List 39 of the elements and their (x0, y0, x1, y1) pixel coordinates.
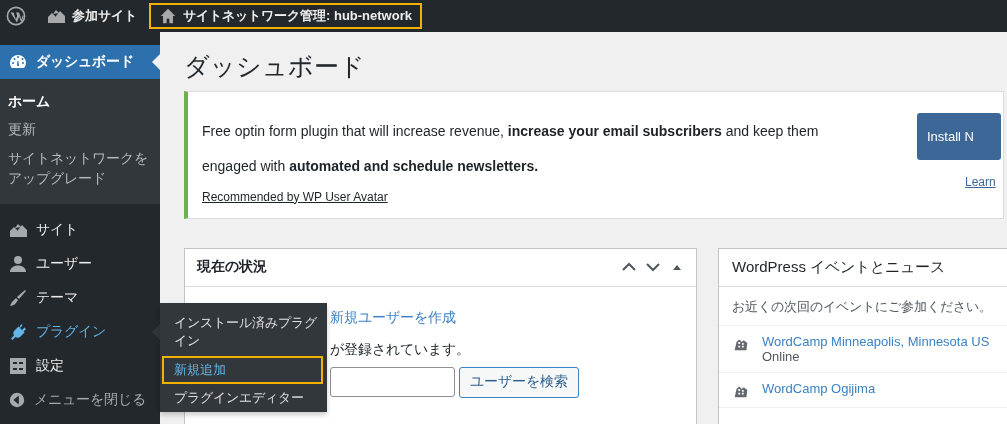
flyout-menu-item[interactable]: プラグインエディター (162, 383, 323, 412)
sidebar-menu-item[interactable]: ユーザー (0, 247, 160, 282)
event-location: Online (762, 348, 800, 364)
wordpress-logo-icon (6, 6, 26, 26)
sidebar-menu-item[interactable]: 設定 (0, 349, 160, 384)
recommended-link[interactable]: Recommended by WP User Avatar (202, 189, 388, 204)
move-down-button[interactable] (646, 260, 660, 274)
network-admin-menu[interactable]: サイトネットワーク管理: hub-network (149, 3, 422, 29)
collapse-icon (8, 391, 26, 410)
create-user-link[interactable]: 新規ユーザーを作成 (330, 308, 684, 327)
user-search-field[interactable] (330, 366, 455, 397)
my-sites-menu[interactable]: 参加サイト (36, 3, 147, 29)
house-icon (159, 7, 177, 25)
collapse-menu-button[interactable]: メニューを閉じる (0, 385, 160, 416)
submenu-item[interactable]: 更新 (0, 115, 160, 144)
flyout-menu-item[interactable]: インストール済みプラグイン (162, 309, 323, 356)
submenu-item[interactable]: サイトネットワークをアップグレード (0, 143, 160, 193)
events-intro: お近くの次回のイベントにご参加ください。 (719, 286, 1007, 326)
settings-icon (8, 356, 28, 377)
widget-title: WordPress イベントとニュース (732, 257, 946, 277)
sidebar-menu-item[interactable]: サイト (0, 213, 160, 248)
user-icon (8, 254, 28, 275)
sidebar-menu-item[interactable]: プラグイン (0, 315, 160, 350)
install-button[interactable]: Install N (917, 112, 1001, 160)
submenu-item[interactable]: ホーム (0, 87, 160, 116)
sidebar-menu-item[interactable]: ダッシュボード (0, 45, 160, 79)
event-link[interactable]: WordCamp Ogijima (762, 380, 876, 396)
sidebar-menu-item[interactable]: テーマ (0, 281, 160, 316)
notice-text: Free optin form plugin that will increase revenue, increase your email subscribers and keep them engaged with automated and schedule newsletters. (202, 121, 820, 176)
page-title: ダッシュボード (184, 51, 365, 82)
status-text: が登録されています。 (330, 340, 471, 359)
search-users-button[interactable]: ユーザーを検索 (459, 366, 579, 398)
move-down-icon (646, 260, 660, 274)
event-link[interactable]: WordCamp Minneapolis, Minnesota US (762, 333, 990, 349)
widget-title: 現在の状況 (197, 258, 267, 276)
flyout-menu-item[interactable]: 新規追加 (162, 355, 323, 384)
brush-icon (8, 288, 28, 309)
plug-icon (8, 322, 28, 343)
learn-more-link[interactable]: Learn (965, 174, 996, 189)
